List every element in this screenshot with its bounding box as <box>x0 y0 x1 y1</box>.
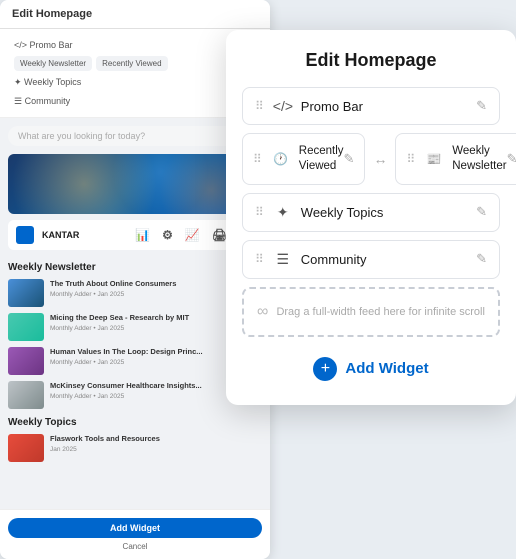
recently-viewed-drag-handle[interactable]: ⠿ <box>253 152 263 166</box>
recently-viewed-edit-icon[interactable]: ✎ <box>344 151 355 167</box>
bg-article-1: The Truth About Online Consumers Monthly… <box>8 279 262 307</box>
weekly-newsletter-icon: 📰 <box>424 152 444 166</box>
bg-section-weekly-topics-title: Weekly Topics <box>8 417 262 428</box>
edit-panel-title: Edit Homepage <box>242 50 500 71</box>
promo-bar-drag-handle[interactable]: ⠿ <box>255 99 265 113</box>
bg-article-thumb-3 <box>8 347 44 375</box>
kantar-nav-icon-2: ⚙ <box>162 228 173 242</box>
kantar-nav-icon-4: 🖨 <box>212 228 227 242</box>
bg-section-weekly-newsletter-title: Weekly Newsletter <box>8 262 262 273</box>
bg-cancel-link[interactable]: Cancel <box>123 542 148 551</box>
promo-bar-icon: </> <box>273 98 293 114</box>
bg-search-bar: What are you looking for today? <box>8 126 262 146</box>
bg-search-placeholder: What are you looking for today? <box>18 131 145 141</box>
bg-article-thumb-2 <box>8 313 44 341</box>
weekly-topics-edit-icon[interactable]: ✎ <box>476 204 487 220</box>
community-edit-icon[interactable]: ✎ <box>476 251 487 267</box>
bg-nav-recently-viewed[interactable]: Recently Viewed <box>96 56 167 71</box>
row-swap-icon: ↔ <box>373 133 387 185</box>
kantar-nav-icon-3: 📈 <box>185 228 200 242</box>
promo-bar-label: Promo Bar <box>301 99 476 114</box>
widget-weekly-newsletter[interactable]: ⠿ 📰 Weekly Newsletter ✎ <box>395 133 516 185</box>
promo-bar-edit-icon[interactable]: ✎ <box>476 98 487 114</box>
kantar-label: KANTAR <box>42 230 79 240</box>
widget-recently-viewed[interactable]: ⠿ 🕐 Recently Viewed ✎ <box>242 133 365 185</box>
bg-panel-header: Edit Homepage <box>0 0 270 29</box>
drop-zone-text: Drag a full-width feed here for infinite… <box>276 306 484 318</box>
weekly-topics-icon: ✦ <box>273 204 293 221</box>
community-label: Community <box>301 252 476 267</box>
community-drag-handle[interactable]: ⠿ <box>255 252 265 266</box>
bg-topic-thumb-1 <box>8 434 44 462</box>
add-widget-button[interactable]: + Add Widget <box>242 353 500 385</box>
bg-article-thumb-4 <box>8 381 44 409</box>
weekly-newsletter-edit-icon[interactable]: ✎ <box>507 151 516 167</box>
bg-topic-1: Flaswork Tools and Resources Jan 2025 <box>8 434 262 462</box>
bg-add-widget-button[interactable]: Add Widget <box>8 518 262 538</box>
recently-viewed-icon: 🕐 <box>271 152 291 166</box>
widget-row-double: ⠿ 🕐 Recently Viewed ✎ ↔ ⠿ 📰 Weekly Newsl… <box>242 133 500 185</box>
drop-zone-icon: ∞ <box>257 303 268 321</box>
add-widget-plus-icon: + <box>313 357 337 381</box>
edit-homepage-panel: Edit Homepage ⠿ </> Promo Bar ✎ ⠿ 🕐 Rece… <box>226 30 516 405</box>
bg-hero-banner <box>8 154 262 214</box>
widget-promo-bar[interactable]: ⠿ </> Promo Bar ✎ <box>242 87 500 125</box>
weekly-topics-drag-handle[interactable]: ⠿ <box>255 205 265 219</box>
drop-zone[interactable]: ∞ Drag a full-width feed here for infini… <box>242 287 500 337</box>
bg-nav-promo-bar[interactable]: </> Promo Bar ✎ <box>8 35 262 54</box>
bg-panel-title: Edit Homepage <box>12 8 92 20</box>
bg-nav-pair-newsletter-viewed: Weekly Newsletter Recently Viewed <box>8 54 262 73</box>
bg-nav-weekly-topics[interactable]: ✦ Weekly Topics ✎ <box>8 73 262 92</box>
community-icon: ☰ <box>273 251 293 268</box>
bg-bottom-bar: Add Widget Cancel <box>0 509 270 559</box>
bg-nav-community[interactable]: ☰ Community ✎ <box>8 92 262 111</box>
kantar-nav-icon-1: 📊 <box>135 228 150 242</box>
kantar-logo-icon <box>16 226 34 244</box>
bg-article-2: Micing the Deep Sea - Research by MIT Mo… <box>8 313 262 341</box>
widget-weekly-topics[interactable]: ⠿ ✦ Weekly Topics ✎ <box>242 193 500 232</box>
add-widget-label: Add Widget <box>345 360 428 377</box>
widget-community[interactable]: ⠿ ☰ Community ✎ <box>242 240 500 279</box>
bg-kantar-bar: KANTAR 📊 ⚙ 📈 🖨 💬 <box>8 220 262 250</box>
bg-article-thumb-1 <box>8 279 44 307</box>
weekly-topics-label: Weekly Topics <box>301 205 476 220</box>
bg-article-3: Human Values In The Loop: Design Princ..… <box>8 347 262 375</box>
recently-viewed-label: Recently Viewed <box>299 144 344 174</box>
weekly-newsletter-label: Weekly Newsletter <box>452 144 506 174</box>
bg-hero-decoration <box>8 154 262 214</box>
bg-article-4: McKinsey Consumer Healthcare Insights...… <box>8 381 262 409</box>
bg-nav-weekly-newsletter[interactable]: Weekly Newsletter <box>14 56 92 71</box>
weekly-newsletter-drag-handle[interactable]: ⠿ <box>406 152 416 166</box>
